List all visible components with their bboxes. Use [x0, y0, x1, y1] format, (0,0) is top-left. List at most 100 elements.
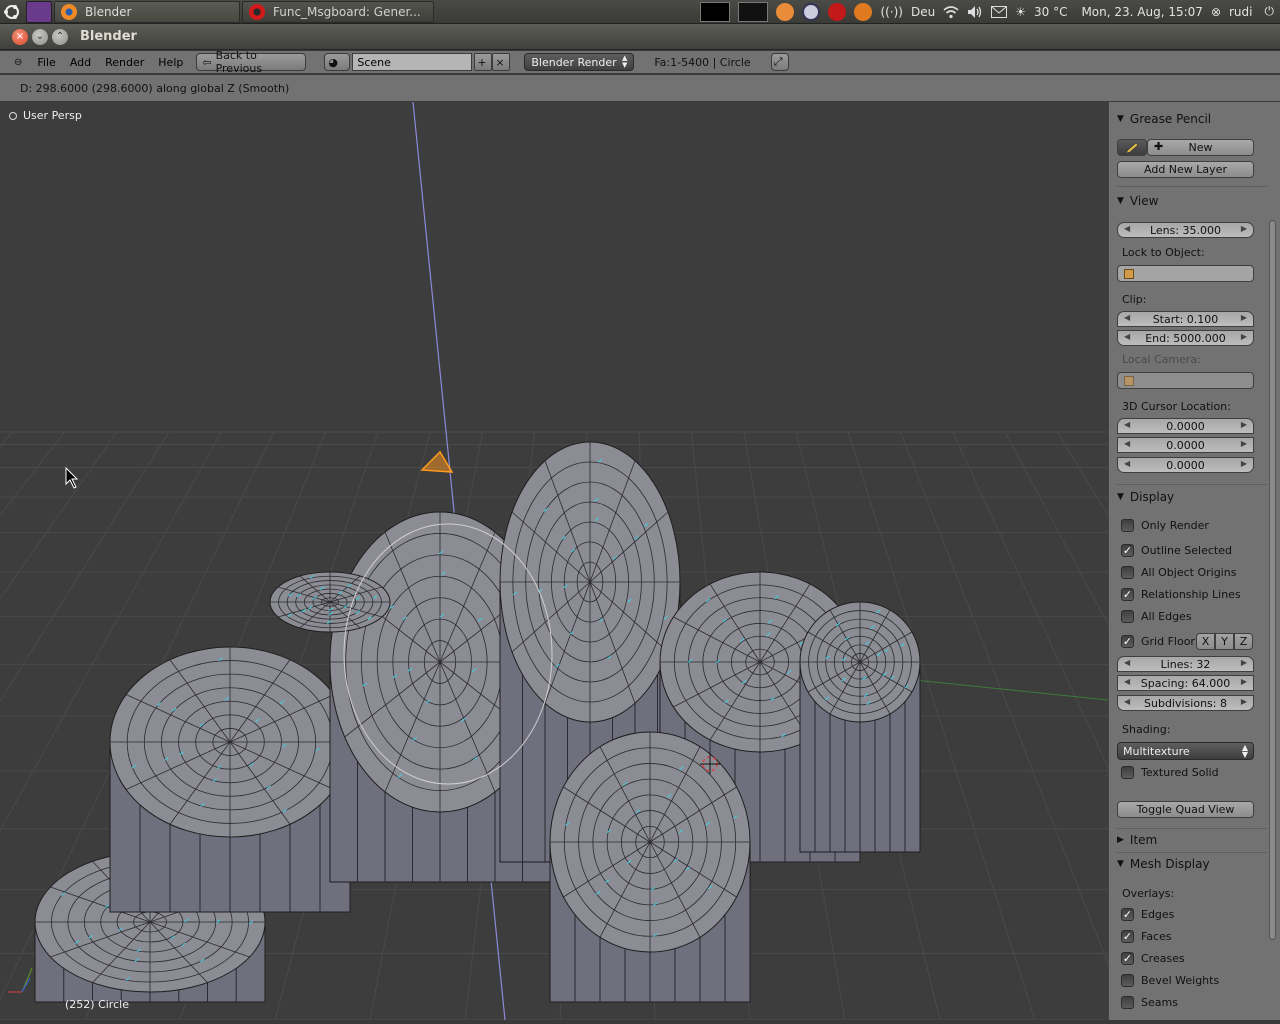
decrement-arrow-icon[interactable]: ◀ — [1124, 420, 1130, 429]
weather-temperature[interactable]: 30 °C — [1034, 5, 1067, 19]
keyboard-layout-indicator[interactable]: Deu — [911, 5, 935, 19]
overlay-faces-checkbox[interactable]: ✓ Faces — [1121, 930, 1172, 943]
local-camera-field[interactable] — [1117, 372, 1254, 389]
decrement-arrow-icon[interactable]: ◀ — [1124, 697, 1130, 706]
panel-header-grease-pencil[interactable]: ▼ Grease Pencil — [1117, 112, 1267, 126]
all-edges-checkbox[interactable]: All Edges — [1121, 610, 1192, 623]
viewport-canvas[interactable] — [0, 102, 1108, 1020]
overlay-bevel-weights-checkbox[interactable]: Bevel Weights — [1121, 974, 1219, 987]
overlay-creases-checkbox[interactable]: ✓ Creases — [1121, 952, 1185, 965]
wifi-icon[interactable] — [943, 5, 959, 19]
checkmark-icon[interactable]: ✓ — [1121, 588, 1134, 601]
increment-arrow-icon[interactable]: ▶ — [1241, 677, 1247, 686]
scene-name-field[interactable]: Scene — [352, 53, 473, 71]
increment-arrow-icon[interactable]: ▶ — [1241, 224, 1247, 233]
checkbox-unchecked[interactable] — [1121, 974, 1134, 987]
update-icon[interactable] — [854, 2, 873, 21]
lock-object-field[interactable] — [1117, 265, 1254, 282]
increment-arrow-icon[interactable]: ▶ — [1241, 313, 1247, 322]
clock-app-icon[interactable] — [802, 2, 821, 21]
power-icon[interactable]: ⏻ — [1265, 4, 1275, 19]
opera-tray-icon[interactable] — [828, 2, 847, 21]
only-render-checkbox[interactable]: Only Render — [1121, 519, 1209, 532]
decrement-arrow-icon[interactable]: ◀ — [1124, 332, 1130, 341]
user-name[interactable]: rudi — [1229, 5, 1253, 19]
sidebar-scrollbar[interactable] — [1269, 220, 1276, 940]
panel-header-item[interactable]: ▶ Item — [1117, 833, 1267, 847]
checkbox-unchecked[interactable] — [1121, 519, 1134, 532]
textured-solid-checkbox[interactable]: Textured Solid — [1121, 766, 1219, 779]
volume-icon[interactable] — [967, 5, 983, 19]
decrement-arrow-icon[interactable]: ◀ — [1124, 439, 1130, 448]
increment-arrow-icon[interactable]: ▶ — [1241, 439, 1247, 448]
clip-end-field[interactable]: ◀ End: 5000.000 ▶ — [1117, 330, 1254, 346]
3d-viewport[interactable]: User Persp (252) Circle — [0, 102, 1108, 1020]
grease-pencil-icon[interactable] — [1117, 139, 1147, 156]
checkbox-unchecked[interactable] — [1121, 996, 1134, 1009]
axis-z-toggle[interactable]: Z — [1234, 633, 1253, 650]
workspace-switcher-icon[interactable] — [26, 0, 52, 23]
menu-render[interactable]: Render — [98, 56, 151, 69]
window-maximize-icon[interactable]: ⌃ — [52, 28, 68, 45]
shading-dropdown[interactable]: Multitexture ▲ ▼ — [1117, 742, 1254, 760]
relationship-lines-checkbox[interactable]: ✓ Relationship Lines — [1121, 588, 1241, 601]
menu-help[interactable]: Help — [151, 56, 190, 69]
grease-pencil-new-button[interactable]: ✚ New — [1147, 139, 1254, 156]
fullscreen-toggle-icon[interactable]: ⤢ — [770, 53, 789, 71]
menu-file[interactable]: File — [30, 56, 62, 69]
grid-spacing-field[interactable]: ◀ Spacing: 64.000 ▶ — [1117, 675, 1254, 691]
scene-remove-icon[interactable]: × — [492, 53, 511, 71]
grid-lines-field[interactable]: ◀ Lines: 32 ▶ — [1117, 656, 1254, 672]
increment-arrow-icon[interactable]: ▶ — [1241, 420, 1247, 429]
grid-subdivisions-field[interactable]: ◀ Subdivisions: 8 ▶ — [1117, 695, 1254, 711]
view-toggle-icon[interactable] — [9, 111, 17, 120]
overlay-edges-checkbox[interactable]: ✓ Edges — [1121, 908, 1174, 921]
mail-icon[interactable] — [991, 5, 1008, 18]
scene-add-icon[interactable]: + — [474, 53, 493, 71]
window-close-icon[interactable]: × — [12, 28, 28, 45]
checkbox-unchecked[interactable] — [1121, 566, 1134, 579]
decrement-arrow-icon[interactable]: ◀ — [1124, 658, 1130, 667]
menu-add[interactable]: Add — [63, 56, 98, 69]
properties-sidebar[interactable]: ▼ Grease Pencil ✚ New Add New Layer ▼ Vi… — [1108, 102, 1280, 1020]
editor-type-icon[interactable]: ⊖ — [14, 57, 22, 68]
ubuntu-menu-icon[interactable] — [0, 0, 24, 24]
checkmark-icon[interactable]: ✓ — [1121, 952, 1134, 965]
increment-arrow-icon[interactable]: ▶ — [1241, 697, 1247, 706]
checkmark-icon[interactable]: ✓ — [1121, 930, 1134, 943]
increment-arrow-icon[interactable]: ▶ — [1241, 459, 1247, 468]
axis-y-toggle[interactable]: Y — [1215, 633, 1234, 650]
back-to-previous-button[interactable]: ⇦ Back to Previous — [196, 49, 307, 75]
decrement-arrow-icon[interactable]: ◀ — [1124, 677, 1130, 686]
increment-arrow-icon[interactable]: ▶ — [1241, 658, 1247, 667]
system-monitor-icon[interactable] — [700, 1, 731, 22]
add-new-layer-button[interactable]: Add New Layer — [1117, 161, 1254, 178]
checkmark-icon[interactable]: ✓ — [1121, 908, 1134, 921]
all-object-origins-checkbox[interactable]: All Object Origins — [1121, 566, 1236, 579]
panel-header-mesh-display[interactable]: ▼ Mesh Display — [1117, 857, 1267, 871]
render-engine-dropdown[interactable]: Blender Render ▲ ▼ — [524, 53, 635, 71]
checkmark-icon[interactable]: ✓ — [1121, 635, 1134, 648]
decrement-arrow-icon[interactable]: ◀ — [1124, 224, 1130, 233]
panel-header-view[interactable]: ▼ View — [1117, 194, 1267, 208]
increment-arrow-icon[interactable]: ▶ — [1241, 332, 1247, 341]
lens-field[interactable]: ◀ Lens: 35.000 ▶ — [1117, 222, 1254, 238]
toggle-quad-view-button[interactable]: Toggle Quad View — [1117, 801, 1254, 818]
network-monitor-icon[interactable] — [738, 1, 769, 22]
axis-x-toggle[interactable]: X — [1196, 633, 1215, 650]
taskbar-item-blender[interactable]: Blender — [54, 0, 240, 23]
weather-sun-icon[interactable]: ☀ — [1015, 5, 1026, 19]
decrement-arrow-icon[interactable]: ◀ — [1124, 313, 1130, 322]
overlay-seams-checkbox[interactable]: Seams — [1121, 996, 1178, 1009]
window-minimize-icon[interactable]: ⌄ — [32, 28, 48, 45]
cursor-x-field[interactable]: ◀ 0.0000 ▶ — [1117, 418, 1254, 434]
checkmark-icon[interactable]: ✓ — [1121, 544, 1134, 557]
media-player-icon[interactable] — [776, 2, 795, 21]
clip-start-field[interactable]: ◀ Start: 0.100 ▶ — [1117, 311, 1254, 327]
panel-header-display[interactable]: ▼ Display — [1117, 490, 1267, 504]
checkbox-unchecked[interactable] — [1121, 766, 1134, 779]
grid-floor-checkbox[interactable]: ✓ Grid Floor — [1121, 635, 1195, 648]
outline-selected-checkbox[interactable]: ✓ Outline Selected — [1121, 544, 1232, 557]
cursor-z-field[interactable]: ◀ 0.0000 ▶ — [1117, 457, 1254, 473]
clock[interactable]: Mon, 23. Aug, 15:07 — [1081, 5, 1202, 19]
